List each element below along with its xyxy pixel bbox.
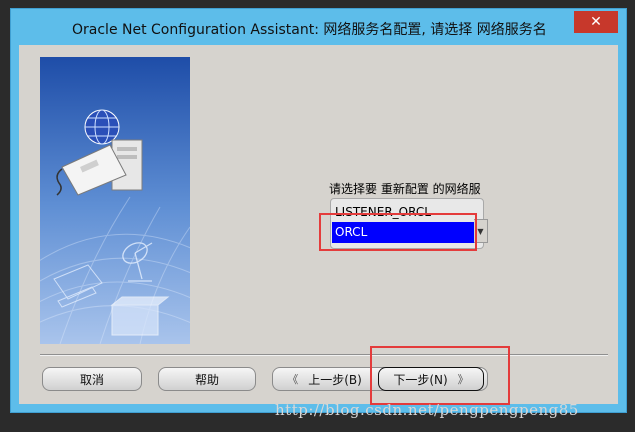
next-arrow-icon: 》 [457, 373, 469, 386]
list-item[interactable]: LISTENER_ORCL [335, 205, 431, 219]
close-button[interactable]: ✕ [574, 11, 618, 33]
list-item-selected[interactable]: ORCL [332, 222, 478, 243]
watermark: http://blog.csdn.net/pengpengpeng85 [275, 401, 579, 419]
dialog-window: Oracle Net Configuration Assistant: 网络服务… [10, 8, 627, 413]
back-arrow-icon: 《 [287, 373, 299, 386]
back-button-label: 上一步(B) [308, 372, 362, 387]
title-bar[interactable]: Oracle Net Configuration Assistant: 网络服务… [11, 9, 626, 45]
help-button[interactable]: 帮助 [158, 367, 256, 391]
separator [40, 354, 608, 355]
cancel-button[interactable]: 取消 [42, 367, 142, 391]
help-button-label: 帮助 [194, 372, 219, 387]
next-button[interactable]: 下一步(N) 》 [378, 367, 484, 391]
service-name-list[interactable]: LISTENER_ORCL ORCL [330, 198, 484, 249]
dialog-body: 请选择要 重新配置 的网络服 LISTENER_ORCL ORCL ▼ 取消 帮… [19, 45, 618, 404]
close-icon: ✕ [590, 14, 602, 30]
network-illustration-icon [40, 109, 190, 344]
wizard-illustration [40, 57, 190, 344]
cancel-button-label: 取消 [79, 372, 104, 387]
selection-prompt: 请选择要 重新配置 的网络服 [329, 182, 481, 196]
back-button[interactable]: 《 上一步(B) [273, 367, 376, 391]
next-button-label: 下一步(N) [393, 372, 448, 387]
dropdown-arrow-icon[interactable]: ▼ [474, 219, 488, 243]
window-title: Oracle Net Configuration Assistant: 网络服务… [72, 22, 547, 38]
